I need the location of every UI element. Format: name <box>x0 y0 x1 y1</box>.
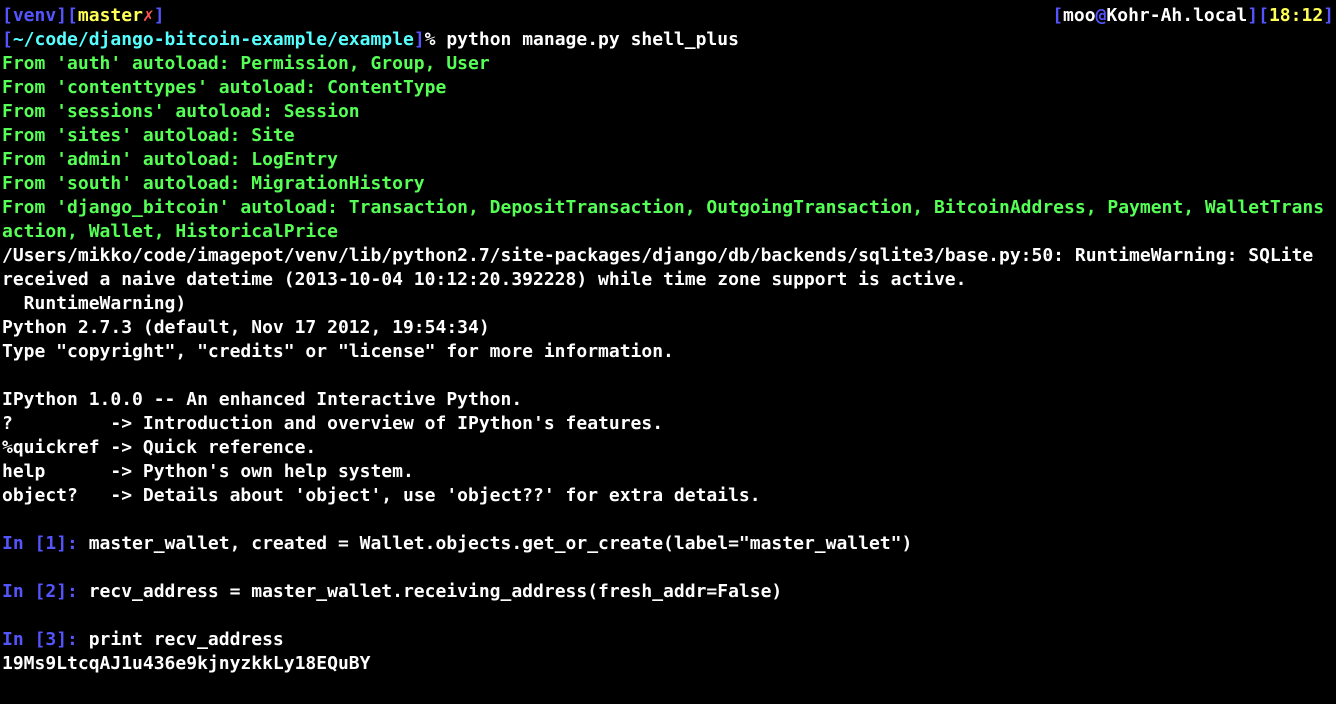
ipython-help: help -> Python's own help system. <box>2 460 1334 484</box>
ipython-output: 19Ms9LtcqAJ1u436e9kjnyzkkLy18EQuBY <box>2 652 1334 676</box>
blank-line <box>2 556 1334 580</box>
ipython-help: %quickref -> Quick reference. <box>2 436 1334 460</box>
ipython-input-2[interactable]: In [2]: recv_address = master_wallet.rec… <box>2 580 1334 604</box>
prompt-left: [venv][master✗] <box>2 4 165 28</box>
ipython-command: recv_address = master_wallet.receiving_a… <box>89 581 783 602</box>
autoload-output: From 'sessions' autoload: Session <box>2 100 1334 124</box>
ipython-help: ? -> Introduction and overview of IPytho… <box>2 412 1334 436</box>
python-info: Type "copyright", "credits" or "license"… <box>2 340 1334 364</box>
runtime-warning: RuntimeWarning) <box>2 292 1334 316</box>
ipython-input-3[interactable]: In [3]: print recv_address <box>2 628 1334 652</box>
ipython-banner: IPython 1.0.0 -- An enhanced Interactive… <box>2 388 1334 412</box>
blank-line <box>2 364 1334 388</box>
ipython-input-1[interactable]: In [1]: master_wallet, created = Wallet.… <box>2 532 1334 556</box>
autoload-output: From 'sites' autoload: Site <box>2 124 1334 148</box>
shell-command: python manage.py shell_plus <box>446 29 739 50</box>
runtime-warning: /Users/mikko/code/imagepot/venv/lib/pyth… <box>2 244 1334 292</box>
autoload-output: From 'contenttypes' autoload: ContentTyp… <box>2 76 1334 100</box>
ipython-command: master_wallet, created = Wallet.objects.… <box>89 533 913 554</box>
autoload-output: From 'south' autoload: MigrationHistory <box>2 172 1334 196</box>
autoload-output: From 'django_bitcoin' autoload: Transact… <box>2 196 1334 244</box>
python-version: Python 2.7.3 (default, Nov 17 2012, 19:5… <box>2 316 1334 340</box>
blank-line <box>2 508 1334 532</box>
ipython-command: print recv_address <box>89 629 284 650</box>
ipython-help: object? -> Details about 'object', use '… <box>2 484 1334 508</box>
shell-prompt-line[interactable]: [~/code/django-bitcoin-example/example]%… <box>2 28 1334 52</box>
autoload-output: From 'auth' autoload: Permission, Group,… <box>2 52 1334 76</box>
terminal-header: [venv][master✗] [moo@Kohr-Ah.local][18:1… <box>2 4 1334 28</box>
autoload-output: From 'admin' autoload: LogEntry <box>2 148 1334 172</box>
prompt-right: [moo@Kohr-Ah.local][18:12] <box>1052 4 1334 28</box>
blank-line <box>2 604 1334 628</box>
